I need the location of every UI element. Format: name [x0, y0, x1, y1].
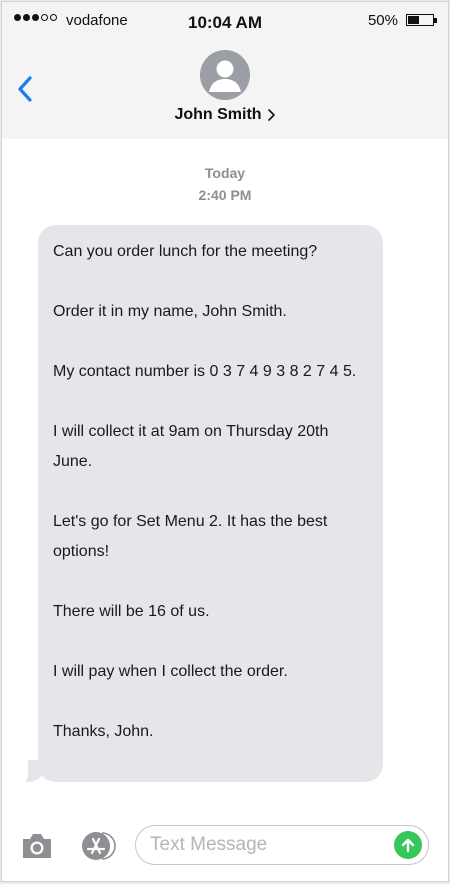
message-paragraph: Can you order lunch for the meeting?: [53, 243, 318, 260]
arrow-up-icon: [401, 838, 415, 853]
battery-icon: [406, 14, 437, 26]
app-store-icon: [82, 832, 116, 860]
message-paragraph: Thanks, John.: [53, 723, 154, 740]
contact-name: John Smith: [174, 106, 262, 123]
message-paragraph: My contact number is 0 3 7 4 9 3 8 2 7 4…: [53, 363, 357, 380]
received-message-bubble[interactable]: Can you order lunch for the meeting? Ord…: [38, 225, 383, 782]
message-paragraph: Order it in my name, John Smith.: [53, 303, 287, 320]
battery-fill: [408, 16, 419, 24]
phone-screen: vodafone 10:04 AM 50% John Smith Today 2…: [1, 1, 449, 882]
message-input-bar: [2, 815, 448, 881]
person-icon: [209, 60, 241, 92]
status-bar: vodafone 10:04 AM 50%: [2, 2, 448, 38]
message-paragraph: I will pay when I collect the order.: [53, 663, 288, 680]
chevron-right-icon: [267, 109, 275, 121]
contact-info-button[interactable]: John Smith: [2, 50, 448, 124]
message-paragraph: There will be 16 of us.: [53, 603, 210, 620]
text-message-input[interactable]: [150, 826, 380, 864]
battery-cap: [434, 18, 437, 23]
battery-percent: 50%: [367, 12, 398, 29]
text-message-field[interactable]: [135, 825, 429, 865]
message-paragraph: Let's go for Set Menu 2. It has the best…: [53, 513, 328, 560]
conversation-header: vodafone 10:04 AM 50% John Smith: [2, 2, 448, 139]
contact-name-row: John Smith: [174, 106, 275, 124]
app-store-button[interactable]: [78, 829, 118, 863]
camera-icon: [23, 834, 51, 858]
avatar: [200, 50, 250, 100]
message-timestamp: Today 2:40 PM: [2, 162, 448, 206]
camera-button[interactable]: [20, 831, 54, 861]
timestamp-time: 2:40 PM: [198, 187, 252, 203]
send-button[interactable]: [394, 831, 422, 859]
message-paragraph: I will collect it at 9am on Thursday 20t…: [53, 423, 329, 470]
timestamp-day: Today: [204, 165, 246, 181]
